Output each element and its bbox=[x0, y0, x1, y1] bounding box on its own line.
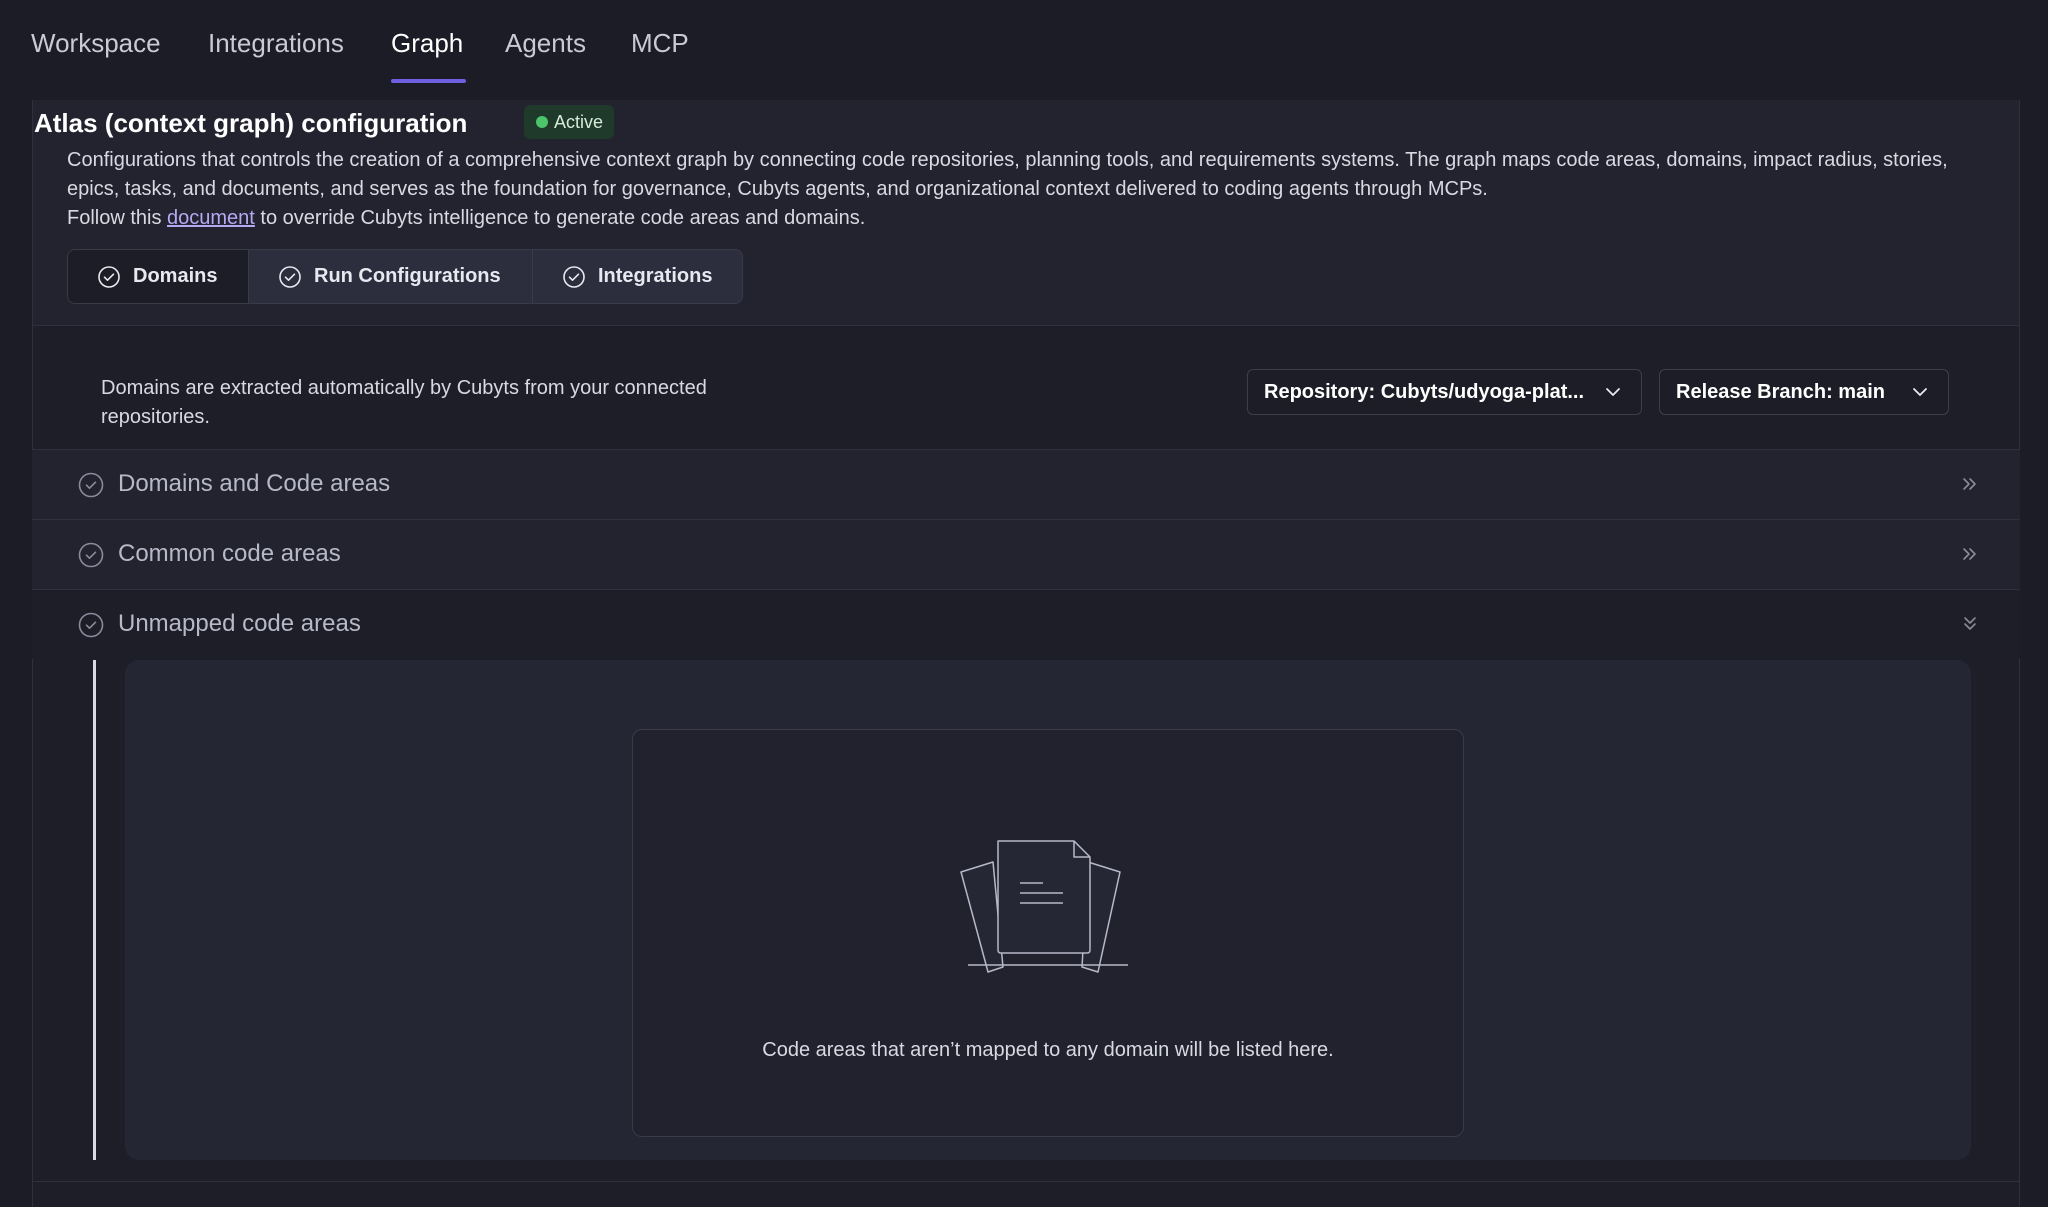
accordion-label: Common code areas bbox=[118, 540, 341, 567]
chevrons-right-icon bbox=[1963, 478, 1976, 490]
accordion-common-code-areas[interactable]: Common code areas bbox=[32, 519, 2020, 589]
document-link[interactable]: document bbox=[167, 207, 255, 229]
check-circle-icon bbox=[279, 265, 301, 288]
empty-state-message: Code areas that aren’t mapped to any dom… bbox=[762, 1039, 1334, 1061]
top-nav: Workspace Integrations Graph Agents MCP bbox=[0, 0, 2048, 100]
accordion-label: Unmapped code areas bbox=[118, 610, 361, 637]
check-circle-icon bbox=[78, 542, 104, 568]
tab-integrations[interactable]: Integrations bbox=[208, 28, 344, 59]
release-branch-select[interactable]: Release Branch: main bbox=[1659, 369, 1949, 415]
follow-document-text: Follow this document to override Cubyts … bbox=[67, 204, 865, 233]
check-circle-icon bbox=[98, 265, 120, 288]
accordion-domains-and-code-areas[interactable]: Domains and Code areas bbox=[32, 449, 2020, 519]
segment-run-configurations[interactable]: Run Configurations bbox=[249, 250, 532, 303]
segment-integrations-label: Integrations bbox=[598, 265, 713, 287]
repository-select-label: Repository: Cubyts/udyoga-plat... bbox=[1264, 381, 1585, 403]
status-dot-icon bbox=[536, 116, 548, 128]
status-badge-label: Active bbox=[554, 112, 604, 132]
follow-prefix: Follow this bbox=[67, 207, 168, 229]
tab-mcp[interactable]: MCP bbox=[631, 28, 689, 59]
tab-agents[interactable]: Agents bbox=[505, 28, 586, 59]
tab-graph[interactable]: Graph bbox=[391, 28, 463, 59]
tab-workspace[interactable]: Workspace bbox=[31, 28, 161, 59]
page-title: Atlas (context graph) configuration bbox=[34, 108, 468, 138]
config-segmented-control: Domains Run Configurations Integrations bbox=[67, 249, 743, 304]
documents-illustration-icon bbox=[960, 840, 1128, 973]
accordion-label: Domains and Code areas bbox=[118, 470, 391, 497]
chevron-down-icon bbox=[1913, 388, 1927, 396]
domains-info-text: Domains are extracted automatically by C… bbox=[101, 377, 707, 428]
release-branch-select-label: Release Branch: main bbox=[1676, 381, 1885, 403]
check-circle-icon bbox=[78, 472, 104, 498]
status-badge: Active bbox=[524, 105, 615, 139]
segment-integrations[interactable]: Integrations bbox=[533, 250, 742, 303]
accordion-unmapped-code-areas[interactable]: Unmapped code areas bbox=[32, 589, 2020, 659]
chevrons-right-icon bbox=[1963, 548, 1976, 560]
divider bbox=[32, 1181, 2020, 1182]
chevron-down-icon bbox=[1606, 388, 1620, 396]
empty-state: Code areas that aren’t mapped to any dom… bbox=[632, 729, 1464, 1137]
follow-suffix: to override Cubyts intelligence to gener… bbox=[254, 207, 866, 229]
segment-run-configurations-label: Run Configurations bbox=[314, 265, 501, 287]
check-circle-icon bbox=[78, 612, 104, 638]
segment-domains[interactable]: Domains bbox=[68, 250, 248, 303]
page-description: Configurations that controls the creatio… bbox=[67, 149, 1948, 200]
segment-domains-label: Domains bbox=[133, 265, 218, 287]
active-tab-indicator bbox=[391, 79, 466, 83]
repository-select[interactable]: Repository: Cubyts/udyoga-plat... bbox=[1247, 369, 1642, 415]
accordion-content-rail bbox=[93, 660, 96, 1160]
chevrons-down-icon bbox=[1964, 617, 1976, 630]
check-circle-icon bbox=[563, 265, 585, 288]
